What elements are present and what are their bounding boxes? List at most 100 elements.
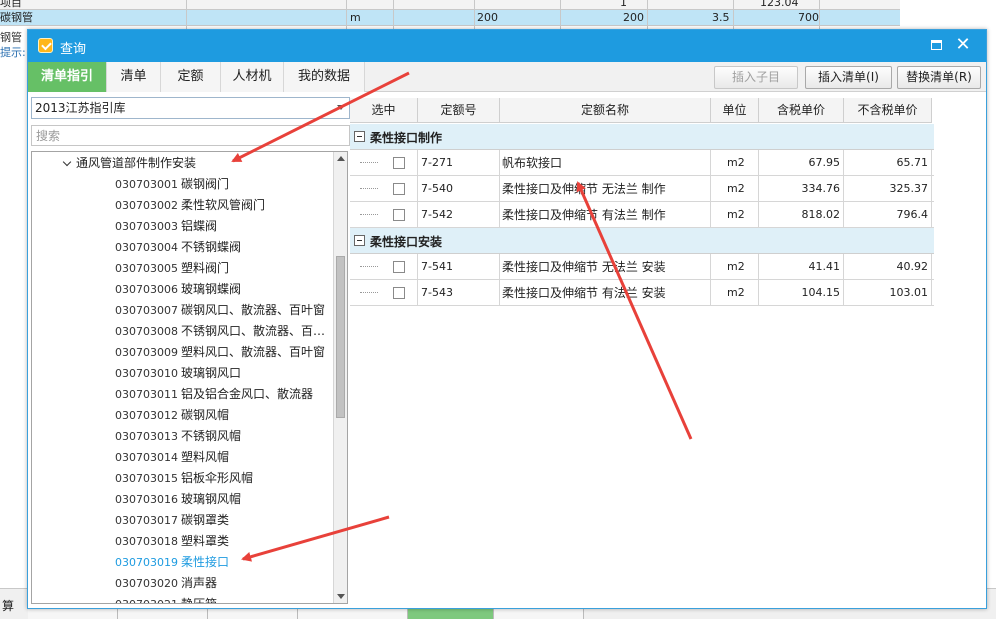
tab-list-guide[interactable]: 清单指引 [28,62,107,92]
maximize-icon[interactable] [931,40,942,50]
tree-item[interactable]: 030703008 不锈钢风口、散流器、百… [115,321,331,342]
tree-root-node[interactable]: 通风管道部件制作安装 [62,153,197,174]
bg-divider [819,0,820,30]
tree-item[interactable]: 030703001 碳钢阀门 [115,174,331,195]
col-header-name[interactable]: 定额名称 [500,98,711,123]
tree-item[interactable]: 030703013 不锈钢风帽 [115,426,331,447]
tree-item-name: 铝及铝合金风口、散流器 [181,387,314,401]
tree-scrollbar[interactable] [333,152,347,603]
tab-list[interactable]: 清单 [107,62,161,92]
tree-item[interactable]: 030703005 塑料阀门 [115,258,331,279]
table-row[interactable]: 7-543 柔性接口及伸缩节 有法兰 安装 m2 104.15 103.01 [350,280,934,306]
tree-item[interactable]: 030703004 不锈钢蝶阀 [115,237,331,258]
tree-item-name: 塑料阀门 [181,261,230,275]
tree-item[interactable]: 030703018 塑料罩类 [115,531,331,552]
bg-row-selected[interactable]: 碳钢管 m 200 200 3.5 700 [0,10,900,26]
tree-item[interactable]: 030703017 碳钢罩类 [115,510,331,531]
cell-tax-price: 818.02 [759,202,844,228]
cell-tax-price: 104.15 [759,280,844,306]
tree-item[interactable]: 030703019 柔性接口 [115,552,331,573]
table-row[interactable]: 7-540 柔性接口及伸缩节 无法兰 制作 m2 334.76 325.37 [350,176,934,202]
scroll-up-icon[interactable] [337,156,345,161]
row-checkbox[interactable] [393,287,405,299]
tab-my-data[interactable]: 我的数据 [284,62,365,92]
tree-item[interactable]: 030703012 碳钢风帽 [115,405,331,426]
insert-list-button[interactable]: 插入清单(I) [805,66,892,89]
query-dialog: 查询 ✕ 清单指引 清单 定额 人材机 我的数据 插入子目 插入清单(I) 替换… [27,29,987,609]
cell-name: 柔性接口及伸缩节 无法兰 安装 [500,254,711,280]
collapse-icon[interactable] [354,131,365,142]
dialog-title: 查询 [60,42,87,57]
cell-code: 7-542 [418,202,500,228]
tree-item[interactable]: 030703002 柔性软风管阀门 [115,195,331,216]
tree-item-name: 铝蝶阀 [181,219,218,233]
row-checkbox[interactable] [393,209,405,221]
replace-list-button[interactable]: 替换清单(R) [897,66,981,89]
table-row[interactable]: 7-271 帆布软接口 m2 67.95 65.71 [350,150,934,176]
col-header-select[interactable]: 选中 [350,98,418,123]
library-select-value: 2013江苏指引库 [35,101,126,115]
cell-price: 40.92 [844,254,932,280]
cell-code: 7-540 [418,176,500,202]
cell-name: 柔性接口及伸缩节 无法兰 制作 [500,176,711,202]
tree-item[interactable]: 030703021静压箱 [115,594,331,603]
row-checkbox[interactable] [393,261,405,273]
expand-caret-icon[interactable] [62,157,72,167]
tree-item-name: 塑料罩类 [181,534,230,548]
cell-tax-price: 334.76 [759,176,844,202]
col-header-unit[interactable]: 单位 [711,98,759,123]
tree-item-name: 塑料风帽 [181,450,230,464]
chevron-down-icon[interactable] [337,105,345,110]
tree-item[interactable]: 030703003 铝蝶阀 [115,216,331,237]
bg-cell: 项目 [0,0,22,9]
scroll-thumb[interactable] [336,256,345,418]
cell-price: 325.37 [844,176,932,202]
tree-item[interactable]: 030703007 碳钢风口、散流器、百叶窗 [115,300,331,321]
group-row[interactable]: 柔性接口安装 [350,228,934,254]
close-icon[interactable]: ✕ [954,35,972,55]
tree-item[interactable]: 030703016 玻璃钢风帽 [115,489,331,510]
bg-cell: 3.5 [712,11,730,24]
tree-connector [360,214,378,215]
tree-root-label: 通风管道部件制作安装 [76,156,197,170]
select-cell [350,280,418,306]
tree-item[interactable]: 030703014 塑料风帽 [115,447,331,468]
dialog-titlebar[interactable]: 查询 ✕ [28,30,986,62]
bg-divider [474,0,475,30]
insert-child-button[interactable]: 插入子目 [714,66,798,89]
tree-item[interactable]: 030703010 玻璃钢风口 [115,363,331,384]
col-header-price[interactable]: 不含税单价 [844,98,932,123]
row-checkbox[interactable] [393,157,405,169]
bg-cell: 200 [623,11,644,24]
bg-cell: 123.04 [760,0,799,9]
bg-side-line: 提示: [0,46,26,59]
bg-divider [733,0,734,30]
library-select[interactable]: 2013江苏指引库 [31,97,350,119]
group-row[interactable]: 柔性接口制作 [350,124,934,150]
tree-item-code: 030703002 [115,199,178,212]
tree-item[interactable]: 030703006 玻璃钢蝶阀 [115,279,331,300]
tree-item-code: 030703020 [115,577,178,590]
tree-item[interactable]: 030703020 消声器 [115,573,331,594]
tab-quota[interactable]: 定额 [161,62,221,92]
tree-item[interactable]: 030703009 塑料风口、散流器、百叶窗 [115,342,331,363]
col-header-tax-price[interactable]: 含税单价 [759,98,844,123]
tree-item-name: 不锈钢风帽 [181,429,242,443]
tree-item[interactable]: 030703011 铝及铝合金风口、散流器 [115,384,331,405]
col-header-code[interactable]: 定额号 [418,98,500,123]
tab-labor-material-machine[interactable]: 人材机 [221,62,284,92]
tree-connector [360,188,378,189]
collapse-icon[interactable] [354,235,365,246]
app-logo-icon [38,38,53,53]
bg-divider [393,0,394,30]
cell-name: 柔性接口及伸缩节 有法兰 制作 [500,202,711,228]
table-row[interactable]: 7-541 柔性接口及伸缩节 无法兰 安装 m2 41.41 40.92 [350,254,934,280]
tree-item-name: 消声器 [181,576,218,590]
scroll-down-icon[interactable] [337,594,345,599]
table-row[interactable]: 7-542 柔性接口及伸缩节 有法兰 制作 m2 818.02 796.4 [350,202,934,228]
search-input[interactable] [31,125,350,146]
row-checkbox[interactable] [393,183,405,195]
select-cell [350,176,418,202]
bg-cell: m [350,11,361,24]
tree-item[interactable]: 030703015 铝板伞形风帽 [115,468,331,489]
